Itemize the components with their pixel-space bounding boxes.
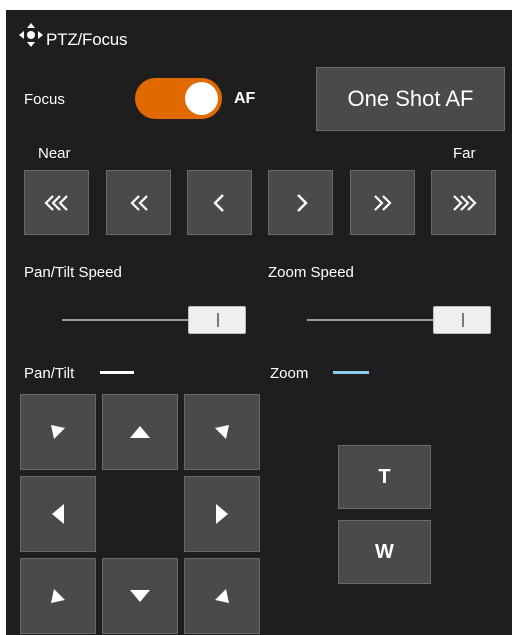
pan-tilt-label: Pan/Tilt [24,365,75,382]
af-mode-label: AF [234,90,256,107]
zoom-tele-button[interactable]: T [338,445,431,509]
triple-chevron-right-icon [452,194,477,211]
far-label: Far [453,145,476,162]
arrow-right-icon [216,504,228,524]
pan-tilt-speed-label: Pan/Tilt Speed [24,264,122,281]
pan-tilt-down-left-button[interactable] [20,558,96,634]
focus-far-fast-button[interactable] [431,170,496,235]
pan-tilt-up-button[interactable] [102,394,178,470]
pan-tilt-down-right-button[interactable] [184,558,260,634]
pan-tilt-down-button[interactable] [102,558,178,634]
zoom-label: Zoom [270,365,309,382]
arrow-up-left-icon [51,425,65,439]
pan-tilt-up-left-button[interactable] [20,394,96,470]
arrow-down-right-icon [215,589,229,603]
arrow-up-right-icon [215,425,229,439]
focus-far-slow-button[interactable] [268,170,333,235]
pan-tilt-legend-line [100,371,134,374]
double-chevron-left-icon [129,194,148,211]
zoom-speed-label: Zoom Speed [268,264,354,281]
focus-near-fast-button[interactable] [24,170,89,235]
pan-tilt-right-button[interactable] [184,476,260,552]
arrow-down-icon [130,590,150,602]
arrow-up-icon [130,426,150,438]
af-toggle[interactable] [135,78,222,119]
ptz-focus-panel: PTZ/Focus Focus AF One Shot AF Near Far [6,10,512,635]
slider-thumb[interactable] [188,306,246,334]
zoom-wide-button[interactable]: W [338,520,431,584]
chevron-left-icon [212,193,224,212]
chevron-right-icon [296,193,308,212]
focus-label: Focus [24,91,65,108]
one-shot-af-button[interactable]: One Shot AF [316,67,505,131]
focus-near-slow-button[interactable] [187,170,252,235]
slider-thumb[interactable] [433,306,491,334]
near-label: Near [38,145,71,162]
arrow-down-left-icon [51,589,65,603]
zoom-speed-slider[interactable] [307,306,491,334]
pan-tilt-left-button[interactable] [20,476,96,552]
move-arrows-icon [19,23,43,47]
pan-tilt-speed-slider[interactable] [62,306,246,334]
double-chevron-right-icon [373,194,392,211]
focus-far-medium-button[interactable] [350,170,415,235]
panel-title: PTZ/Focus [46,30,128,49]
pan-tilt-up-right-button[interactable] [184,394,260,470]
focus-near-medium-button[interactable] [106,170,171,235]
arrow-left-icon [52,504,64,524]
toggle-knob [185,82,218,115]
zoom-legend-line [333,371,369,374]
triple-chevron-left-icon [43,194,68,211]
